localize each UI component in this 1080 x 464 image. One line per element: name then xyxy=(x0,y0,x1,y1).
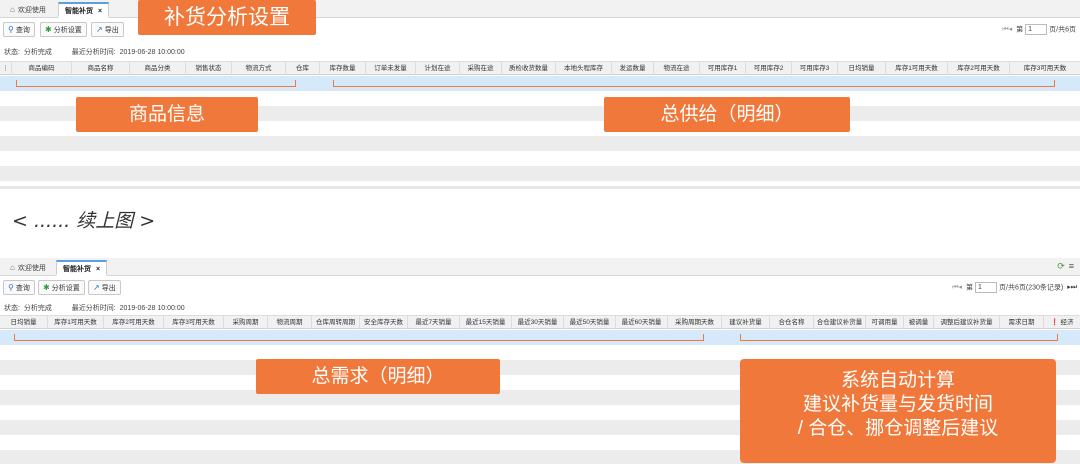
column-header[interactable]: 可用库存2 xyxy=(746,62,792,75)
column-header[interactable]: 计划在途 xyxy=(416,62,460,75)
callout-product-info: 商品信息 xyxy=(76,97,258,132)
column-header[interactable]: 可用库存1 xyxy=(700,62,746,75)
query-button[interactable]: ⚲ 查询 xyxy=(3,280,35,295)
table-row[interactable] xyxy=(0,151,1080,166)
query-button[interactable]: ⚲ 查询 xyxy=(3,22,35,37)
pager: ⏮ ◂ 第 1 页/共6页 xyxy=(1002,24,1076,35)
product-info-bracket xyxy=(16,80,296,87)
home-icon: ⌂ xyxy=(10,5,15,14)
column-header[interactable]: 商品编码 xyxy=(12,62,72,75)
column-header[interactable]: 合仓名称 xyxy=(770,316,814,329)
column-header[interactable]: 库存3可用天数 xyxy=(1010,62,1080,75)
search-icon: ⚲ xyxy=(8,283,14,292)
table-row[interactable] xyxy=(0,166,1080,181)
column-header[interactable]: 商品分类 xyxy=(130,62,186,75)
column-header[interactable]: 需求日期 xyxy=(1000,316,1044,329)
column-header[interactable]: 最近50天销量 xyxy=(564,316,616,329)
table-header: 日均销量 库存1可用天数 库存2可用天数 库存3可用天数 采购周期 物流周期 仓… xyxy=(0,315,1080,329)
table-header: ⋮ 商品编码 商品名称 商品分类 销售状态 物流方式 仓库 库存数量 订单未发量… xyxy=(0,61,1080,75)
export-button[interactable]: ↗ 导出 xyxy=(88,280,121,295)
continued-caption: < ...... 续上图 > xyxy=(12,210,156,232)
callout-total-supply: 总供给（明细） xyxy=(604,97,850,132)
column-header[interactable]: 最近15天销量 xyxy=(460,316,512,329)
tab-welcome[interactable]: ⌂ 欢迎使用 xyxy=(4,260,52,276)
menu-icon[interactable]: ≡ xyxy=(1069,261,1074,271)
demand-bracket xyxy=(14,334,704,341)
column-header[interactable]: 销售状态 xyxy=(186,62,232,75)
column-header[interactable]: 被调量 xyxy=(904,316,934,329)
column-header[interactable]: ❗ 经济 xyxy=(1044,316,1080,329)
column-header[interactable]: 采购周期天数 xyxy=(668,316,722,329)
status-line: 状态: 分析完成 最近分析时间: 2019-06-28 10:00:00 xyxy=(4,49,185,56)
export-button[interactable]: ↗ 导出 xyxy=(91,22,124,37)
column-header[interactable]: 安全库存天数 xyxy=(360,316,408,329)
callout-analysis-settings: 补货分析设置 xyxy=(138,0,316,35)
column-header[interactable]: 调整后建议补货量 xyxy=(934,316,1000,329)
column-header[interactable]: 本地头程库存 xyxy=(556,62,612,75)
column-header[interactable]: 建议补货量 xyxy=(722,316,770,329)
pager: ⏮ ◂ 第 1 页/共6页(230条记录) ▸ ⏭ xyxy=(952,282,1077,293)
close-icon[interactable]: × xyxy=(96,266,100,273)
column-header[interactable]: 可调用量 xyxy=(866,316,904,329)
column-header[interactable]: 商品名称 xyxy=(72,62,130,75)
table-row[interactable] xyxy=(0,345,1080,360)
column-header[interactable]: 日均销量 xyxy=(838,62,886,75)
column-header[interactable]: 仓库 xyxy=(286,62,320,75)
table-row[interactable] xyxy=(0,136,1080,151)
tab-smart-replenishment[interactable]: 智能补货 × xyxy=(56,260,108,276)
system-calc-bracket xyxy=(740,334,1058,341)
column-header[interactable]: 库存数量 xyxy=(320,62,366,75)
column-header[interactable]: 最近7天销量 xyxy=(408,316,460,329)
analysis-settings-button[interactable]: ✱ 分析设置 xyxy=(38,280,85,295)
section-divider xyxy=(0,186,1080,189)
column-header[interactable]: 可用库存3 xyxy=(792,62,838,75)
column-header[interactable]: 质检收货数量 xyxy=(502,62,556,75)
analysis-settings-button[interactable]: ✱ 分析设置 xyxy=(40,22,87,37)
column-header[interactable]: 仓库周转周期 xyxy=(312,316,360,329)
column-header[interactable]: 物流在途 xyxy=(654,62,700,75)
tab-actions: ⟳ ≡ xyxy=(1057,261,1074,272)
column-header[interactable]: 物流周期 xyxy=(268,316,312,329)
column-header[interactable]: 最近60天销量 xyxy=(616,316,668,329)
page-input[interactable]: 1 xyxy=(975,282,998,293)
column-header[interactable]: 最近30天销量 xyxy=(512,316,564,329)
gear-icon: ✱ xyxy=(45,25,52,34)
column-header[interactable]: 合仓建议补货量 xyxy=(814,316,866,329)
column-menu-icon[interactable]: ⋮ xyxy=(0,62,12,75)
tab-smart-replenishment[interactable]: 智能补货 × xyxy=(58,2,110,18)
search-icon: ⚲ xyxy=(8,25,14,34)
column-header[interactable]: 采购周期 xyxy=(224,316,268,329)
column-header[interactable]: 库存3可用天数 xyxy=(164,316,224,329)
home-icon: ⌂ xyxy=(10,263,15,272)
callout-total-demand: 总需求（明细） xyxy=(256,359,500,394)
tab-bar: ⌂ 欢迎使用 智能补货 × ⟳ ≡ xyxy=(0,258,1080,276)
column-header[interactable]: 库存2可用天数 xyxy=(104,316,164,329)
refresh-icon[interactable]: ⟳ xyxy=(1057,261,1065,271)
export-icon: ↗ xyxy=(96,25,103,34)
page-input[interactable]: 1 xyxy=(1025,24,1048,35)
column-header[interactable]: 库存1可用天数 xyxy=(886,62,948,75)
column-header[interactable]: 库存2可用天数 xyxy=(948,62,1010,75)
status-line: 状态: 分析完成 最近分析时间: 2019-06-28 10:00:00 xyxy=(4,305,185,312)
first-page-icon[interactable]: ⏮ ◂ xyxy=(1002,26,1012,33)
alert-icon: ❗ xyxy=(1050,319,1059,326)
export-icon: ↗ xyxy=(93,283,100,292)
supply-bracket xyxy=(333,80,1055,87)
column-header[interactable]: 发运数量 xyxy=(612,62,654,75)
close-icon[interactable]: × xyxy=(98,8,102,15)
callout-system-calc: 系统自动计算 建议补货量与发货时间 / 合仓、挪仓调整后建议 xyxy=(740,359,1056,463)
column-header[interactable]: 采购在途 xyxy=(460,62,502,75)
column-header[interactable]: 库存1可用天数 xyxy=(48,316,104,329)
tab-welcome[interactable]: ⌂ 欢迎使用 xyxy=(4,2,52,18)
column-header[interactable]: 日均销量 xyxy=(0,316,48,329)
first-page-icon[interactable]: ⏮ ◂ xyxy=(952,284,962,291)
column-header[interactable]: 物流方式 xyxy=(232,62,286,75)
toolbar: ⚲ 查询 ✱ 分析设置 ↗ 导出 ⏮ ◂ 第 1 页/共6页(230条记录) ▸ ⏭ xyxy=(0,277,1080,299)
replenishment-screen-bottom: ⌂ 欢迎使用 智能补货 × ⟳ ≡ ⚲ 查询 ✱ 分析设置 ↗ 导出 ⏮ ◂ 第 1 页/共6页(… xyxy=(0,258,1080,464)
replenishment-screen-top: ⌂ 欢迎使用 智能补货 × ⚲ 查询 ✱ 分析设置 ↗ 导出 ⏮ ◂ 第 1 页/共6页 状态:… xyxy=(0,0,1080,186)
last-page-icon[interactable]: ▸ ⏭ xyxy=(1067,284,1077,291)
gear-icon: ✱ xyxy=(43,283,50,292)
column-header[interactable]: 订单未发量 xyxy=(366,62,416,75)
